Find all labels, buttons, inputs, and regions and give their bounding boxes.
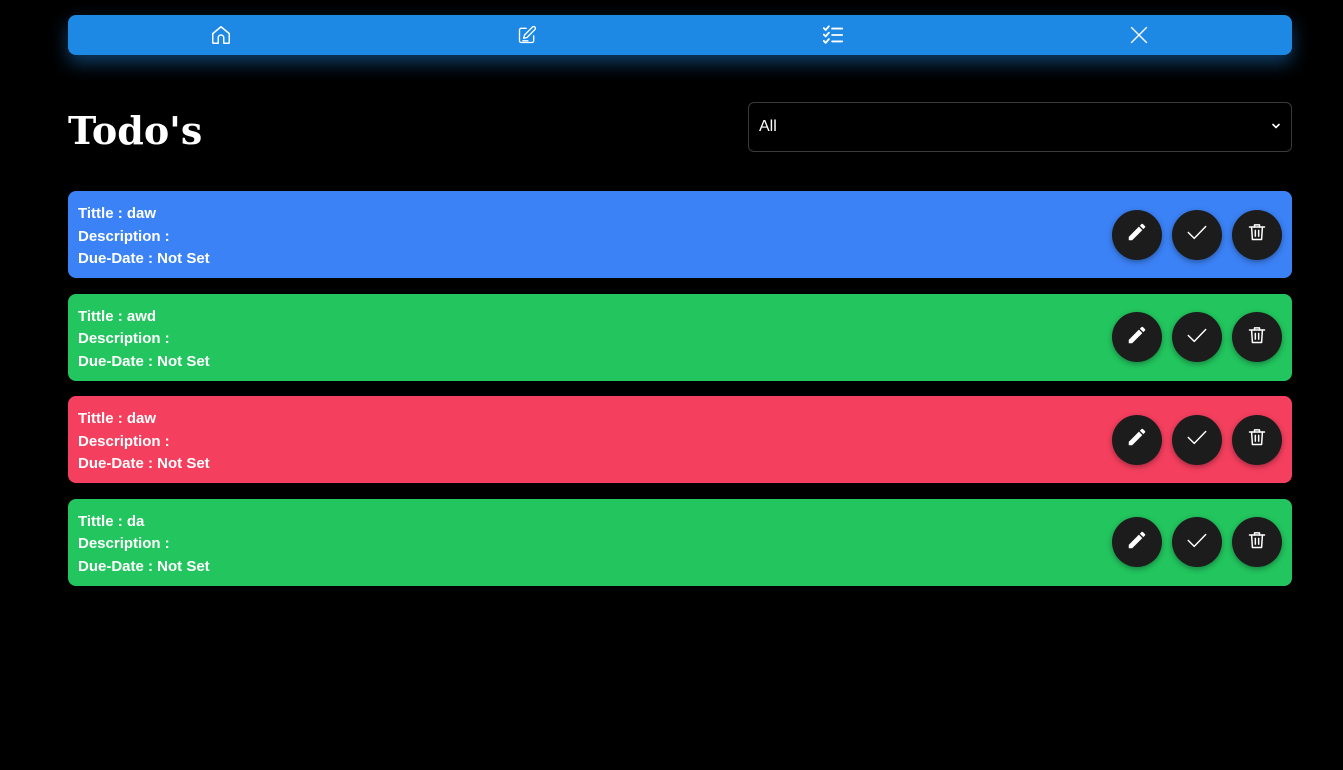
todo-list: Tittle : daw Description : Due-Date : No…: [68, 191, 1292, 601]
pencil-icon: [1126, 529, 1148, 556]
check-icon: [1186, 324, 1208, 351]
todo-actions: [1112, 312, 1282, 362]
check-icon: [1186, 221, 1208, 248]
top-navbar: [68, 15, 1292, 55]
todo-card: Tittle : daw Description : Due-Date : No…: [68, 396, 1292, 483]
todo-title: Tittle : daw: [78, 205, 157, 222]
filter-selected-value: All: [759, 118, 777, 135]
nav-close-button[interactable]: [986, 15, 1292, 55]
complete-todo-button[interactable]: [1172, 209, 1222, 260]
todo-card: Tittle : awd Description : Due-Date : No…: [68, 293, 1292, 381]
todo-description: Description :: [78, 432, 170, 450]
todo-description: Description :: [78, 227, 170, 245]
todo-description: Description :: [78, 330, 170, 347]
pencil-icon: [1126, 324, 1148, 351]
check-icon: [1186, 529, 1208, 556]
checklist-icon: [822, 24, 844, 46]
chevron-down-icon: [1271, 118, 1281, 136]
todo-due-date: Due-Date : Not Set: [78, 250, 210, 267]
pencil-icon: [1126, 221, 1148, 248]
todo-card: Tittle : da Description : Due-Date : Not…: [68, 498, 1292, 586]
todo-due-date: Due-Date : Not Set: [78, 557, 210, 575]
edit-note-icon: [517, 25, 537, 45]
todo-due-date: Due-Date : Not Set: [78, 352, 210, 370]
todo-card: Tittle : daw Description : Due-Date : No…: [68, 191, 1292, 278]
trash-icon: [1247, 427, 1267, 452]
todo-actions: [1112, 517, 1282, 567]
todo-title: Tittle : awd: [78, 307, 157, 325]
complete-todo-button[interactable]: [1172, 517, 1222, 567]
header-row: Todo's All: [68, 102, 1292, 153]
delete-todo-button[interactable]: [1232, 312, 1282, 362]
trash-icon: [1247, 530, 1267, 555]
todo-description: Description :: [78, 535, 170, 552]
nav-todo-list-button[interactable]: [680, 15, 986, 55]
edit-todo-button[interactable]: [1112, 312, 1162, 362]
home-icon: [210, 24, 232, 46]
todo-title: Tittle : daw: [78, 410, 157, 427]
edit-todo-button[interactable]: [1112, 414, 1162, 465]
todo-actions: [1112, 209, 1282, 260]
complete-todo-button[interactable]: [1172, 312, 1222, 362]
filter-select[interactable]: All: [748, 102, 1292, 152]
edit-todo-button[interactable]: [1112, 517, 1162, 567]
delete-todo-button[interactable]: [1232, 209, 1282, 260]
todo-due-date: Due-Date : Not Set: [78, 455, 210, 472]
nav-add-todo-button[interactable]: [374, 15, 680, 55]
delete-todo-button[interactable]: [1232, 414, 1282, 465]
check-icon: [1186, 426, 1208, 453]
trash-icon: [1247, 222, 1267, 247]
trash-icon: [1247, 325, 1267, 350]
complete-todo-button[interactable]: [1172, 414, 1222, 465]
edit-todo-button[interactable]: [1112, 209, 1162, 260]
todo-actions: [1112, 414, 1282, 465]
nav-home-button[interactable]: [68, 15, 374, 55]
close-icon: [1129, 25, 1149, 45]
pencil-icon: [1126, 426, 1148, 453]
page-title: Todo's: [68, 108, 203, 153]
delete-todo-button[interactable]: [1232, 517, 1282, 567]
todo-title: Tittle : da: [78, 512, 145, 530]
